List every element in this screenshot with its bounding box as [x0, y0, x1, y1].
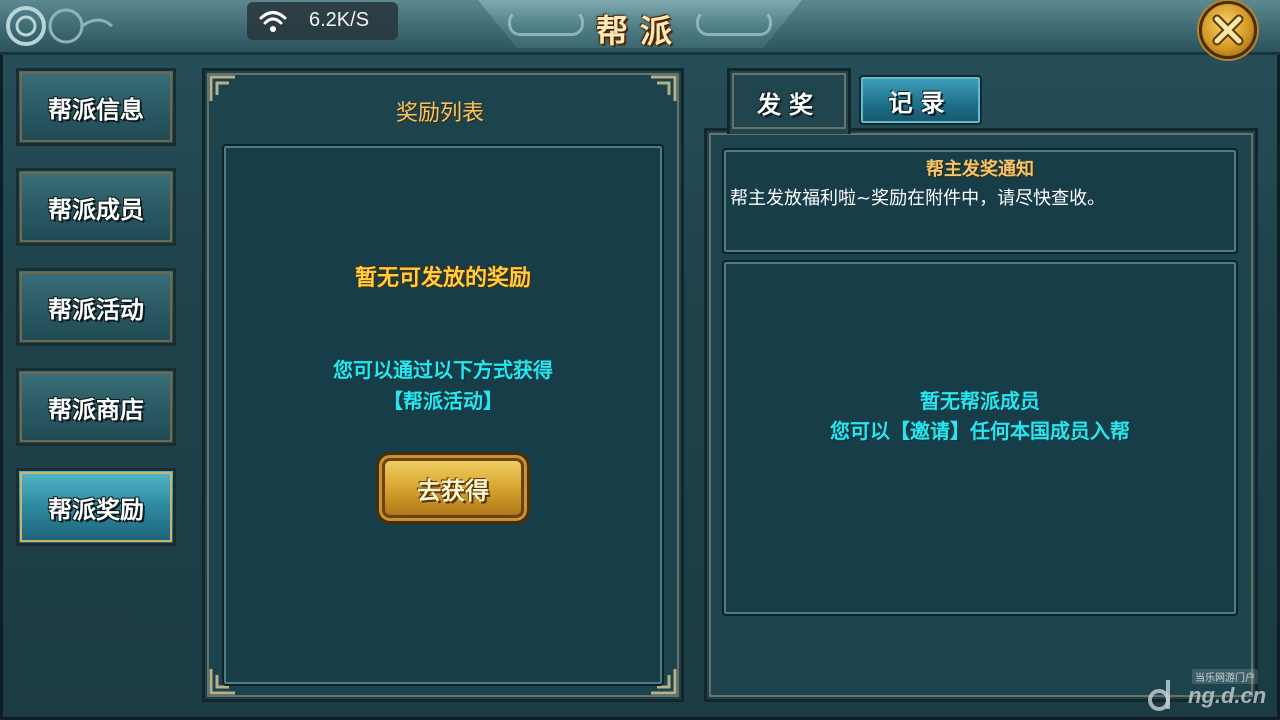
tab-records[interactable]: 记录 [859, 75, 982, 125]
corner-ornament-icon [209, 75, 235, 101]
sidebar-item-label: 帮派奖励 [48, 495, 144, 524]
network-status: 6.2K/S [247, 2, 398, 40]
empty-members-message: 暂无帮派成员 [920, 389, 1040, 413]
corner-ornament-icon [6, 6, 114, 46]
tab-label: 记录 [888, 88, 953, 117]
tab-label: 发奖 [757, 91, 821, 119]
invite-hint: 您可以【邀请】任何本国成员入帮 [830, 419, 1130, 443]
close-icon [1212, 14, 1244, 46]
notice-body: 帮主发放福利啦~奖励在附件中，请尽快查收。 [730, 188, 1106, 209]
sidebar-item-label: 帮派信息 [48, 95, 144, 124]
network-speed: 6.2K/S [309, 9, 370, 31]
sidebar-item-guild-shop[interactable]: 帮派商店 [16, 368, 176, 446]
watermark-label: 当乐网游门户 [1192, 669, 1258, 684]
reward-hint-source: 【帮派活动】 [383, 389, 503, 413]
go-obtain-button[interactable]: 去获得 [376, 452, 530, 524]
sidebar-item-label: 帮派活动 [48, 295, 144, 324]
sidebar-item-label: 帮派成员 [48, 195, 144, 224]
sidebar-item-label: 帮派商店 [48, 395, 144, 424]
sidebar-item-guild-rewards[interactable]: 帮派奖励 [16, 468, 176, 546]
sidebar-item-guild-members[interactable]: 帮派成员 [16, 168, 176, 246]
title-bar: 帮派 6.2K/S [0, 0, 1280, 59]
wifi-icon [259, 11, 287, 32]
page-title: 帮派 [595, 12, 684, 50]
empty-reward-message: 暂无可发放的奖励 [354, 266, 531, 291]
sidebar-item-guild-activities[interactable]: 帮派活动 [16, 268, 176, 346]
go-obtain-label: 去获得 [417, 476, 489, 505]
watermark-url: ng.d.cn [1188, 683, 1267, 708]
reward-list-title: 奖励列表 [396, 101, 485, 126]
close-button[interactable] [1199, 1, 1257, 59]
tab-distribute[interactable]: 发奖 [727, 68, 851, 134]
reward-list-box [222, 144, 664, 686]
notice-title: 帮主发奖通知 [926, 159, 1034, 180]
corner-ornament-icon [651, 75, 677, 101]
reward-hint-text: 您可以通过以下方式获得 [333, 358, 553, 382]
sidebar-item-guild-info[interactable]: 帮派信息 [16, 68, 176, 146]
